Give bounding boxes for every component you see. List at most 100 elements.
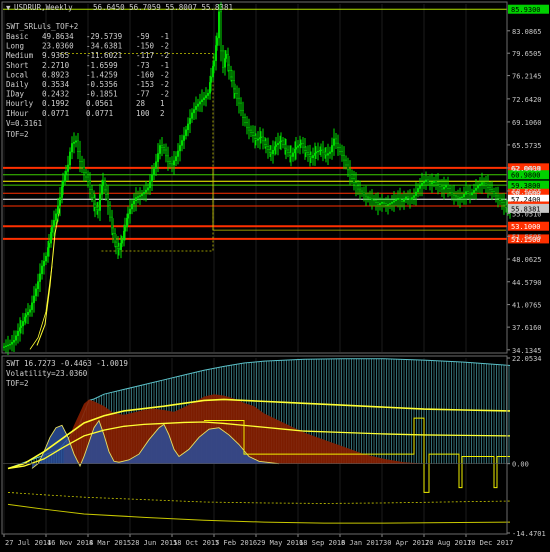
chart-canvas[interactable]: 85.930062.060060.980059.380058.160057.24… (0, 0, 550, 550)
candle-body (191, 112, 193, 119)
info-cell: IHour (6, 109, 29, 118)
x-label: 10 Dec 2017 (467, 539, 513, 547)
price-tag-label: 85.9300 (511, 6, 541, 14)
candle-body (324, 151, 326, 155)
candle-body (121, 239, 123, 244)
candle-body (437, 182, 439, 185)
candle-body (163, 147, 165, 151)
x-label: 18 Oct 2015 (173, 539, 219, 547)
candle-body (405, 196, 407, 200)
price-label: 41.0765 (512, 302, 542, 310)
candle-body (87, 176, 89, 182)
candle-body (260, 136, 262, 138)
candle-body (335, 138, 337, 144)
candle-body (393, 200, 395, 203)
candle-body (246, 122, 248, 129)
candle-body (205, 95, 207, 99)
info-cell: 23.0360 (42, 42, 74, 51)
candle-body (371, 198, 373, 201)
candle-body (53, 220, 55, 228)
candle-body (252, 132, 254, 136)
candle-body (83, 166, 85, 174)
price-label: 62.0410 (512, 165, 542, 173)
symbol-title: USDRUR,Weekly (14, 3, 73, 12)
candle-body (31, 302, 33, 310)
info-cell: 0.0771 (86, 109, 113, 118)
candle-body (45, 255, 47, 262)
candle-body (79, 151, 81, 162)
candle-body (117, 246, 119, 249)
info-cell: Local (6, 70, 29, 79)
candle-body (250, 129, 252, 133)
candle-body (43, 260, 45, 267)
candle-body (305, 150, 307, 153)
candle-body (345, 159, 347, 166)
candle-body (203, 97, 205, 101)
candle-body (39, 273, 41, 282)
candle-body (27, 311, 29, 316)
candle-body (467, 191, 469, 194)
candle-body (447, 184, 449, 190)
candle-body (102, 181, 104, 186)
candle-body (135, 197, 137, 202)
candle-body (73, 141, 75, 144)
candle-body (289, 152, 291, 156)
info-cell: IDay (6, 90, 25, 99)
candle-body (201, 99, 203, 103)
candle-body (197, 103, 199, 107)
candle-body (13, 340, 15, 343)
price-label: 69.1060 (512, 119, 542, 127)
info-cell: 2 (160, 109, 165, 118)
candle-body (483, 182, 485, 185)
candle-body (145, 189, 147, 193)
candle-body (431, 182, 433, 185)
info-cell: 0.0771 (42, 109, 69, 118)
candle-body (64, 174, 66, 182)
candle-body (365, 194, 367, 198)
info-cell: Short (6, 61, 29, 70)
candle-body (439, 184, 441, 188)
candle-body (395, 199, 397, 202)
candle-body (337, 142, 339, 148)
candle-body (25, 314, 27, 318)
candle-body (131, 203, 133, 210)
info-cell: Medium (6, 51, 34, 60)
candle-body (477, 185, 479, 189)
info-cell: -2 (160, 51, 169, 60)
candle-body (234, 88, 236, 94)
info-cell: 9.9365 (42, 51, 69, 60)
info-cell: -1 (160, 61, 169, 70)
candle-body (93, 197, 95, 205)
candle-body (463, 194, 465, 198)
candle-body (127, 213, 129, 219)
candle-body (199, 101, 201, 105)
candle-body (357, 185, 359, 190)
candle-body (377, 202, 379, 205)
candle-body (421, 182, 423, 187)
candle-body (275, 144, 277, 147)
candle-body (48, 242, 50, 248)
sub-indicator-title: SWT 16.7273 -0.4463 -1.0019 (6, 359, 128, 368)
sub-tof-value: TOF=2 (6, 379, 29, 388)
candle-body (153, 167, 155, 175)
candle-body (294, 148, 296, 154)
candle-body (65, 171, 67, 175)
x-label: 16 Nov 2014 (47, 539, 93, 547)
candle-body (195, 106, 197, 110)
candle-body (327, 153, 329, 156)
candle-body (37, 281, 39, 290)
volatility-value: Volatility=23.0360 (6, 369, 88, 378)
candle-body (401, 199, 403, 202)
candle-body (285, 147, 287, 151)
candle-body (489, 187, 491, 190)
candle-body (349, 169, 351, 175)
candle-body (189, 118, 191, 125)
price-label: 58.5085 (512, 188, 542, 196)
info-cell: -150 (136, 42, 155, 51)
candle-body (329, 151, 331, 154)
x-label: 29 May 2016 (257, 539, 303, 547)
info-cell: -2 (160, 70, 169, 79)
info-cell: -2 (160, 42, 169, 51)
candle-body (224, 58, 226, 68)
info-cell: -11.6021 (86, 51, 122, 60)
